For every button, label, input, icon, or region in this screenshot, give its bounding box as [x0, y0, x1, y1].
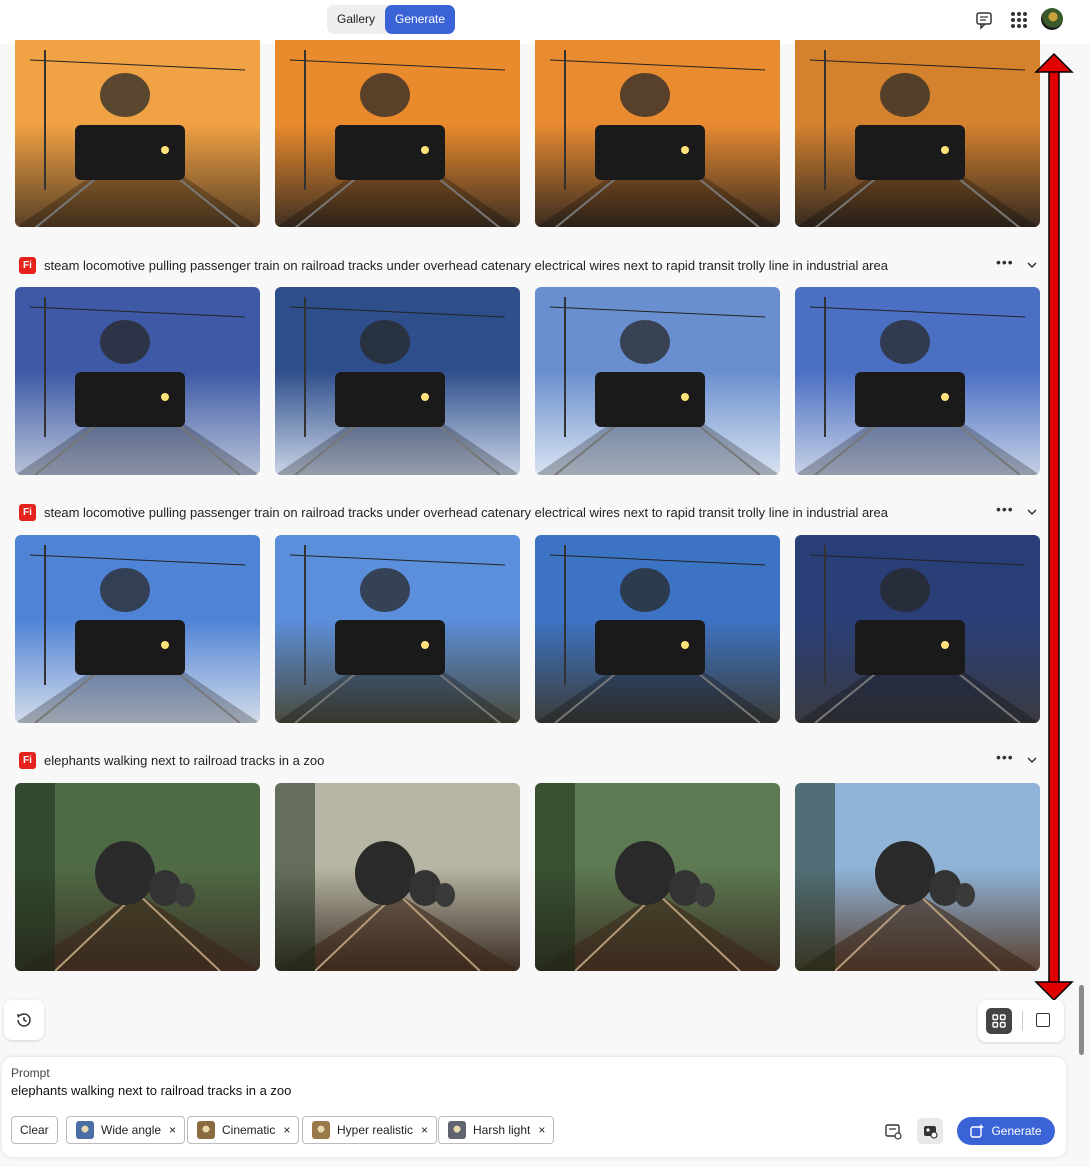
generated-image-thumbnail[interactable]	[535, 535, 780, 723]
prompt-label: Prompt	[11, 1066, 50, 1080]
generated-image-thumbnail[interactable]	[275, 287, 520, 475]
firefly-badge-icon: Fi	[19, 751, 36, 769]
generated-image-thumbnail[interactable]	[15, 783, 260, 971]
style-chip[interactable]: Wide angle ×	[66, 1116, 186, 1144]
style-reference-button[interactable]	[917, 1118, 943, 1144]
chip-label: Cinematic	[222, 1123, 276, 1137]
mode-switch: Gallery Generate	[327, 5, 456, 34]
remove-chip-icon[interactable]: ×	[283, 1123, 290, 1137]
clear-button[interactable]: Clear	[11, 1116, 58, 1144]
remove-chip-icon[interactable]: ×	[538, 1123, 545, 1137]
view-toggle	[978, 1000, 1064, 1042]
prompt-panel: Prompt elephants walking next to railroa…	[2, 1057, 1066, 1157]
more-options-button[interactable]: •••	[996, 254, 1014, 270]
firefly-badge-icon: Fi	[19, 503, 36, 521]
clear-label: Clear	[20, 1123, 49, 1137]
more-options-button[interactable]: •••	[996, 749, 1014, 765]
chip-label: Harsh light	[473, 1123, 531, 1137]
apps-grid-icon[interactable]	[1008, 9, 1030, 31]
caption-text: steam locomotive pulling passenger train…	[44, 504, 888, 520]
feedback-icon[interactable]	[973, 9, 995, 31]
generate-button[interactable]: Generate	[957, 1117, 1055, 1145]
history-icon	[17, 1013, 31, 1027]
generated-image-thumbnail[interactable]	[275, 40, 520, 227]
style-chip[interactable]: Hyper realistic ×	[302, 1116, 438, 1144]
generated-image-thumbnail[interactable]	[535, 783, 780, 971]
generated-image-thumbnail[interactable]	[15, 287, 260, 475]
style-thumbnail	[197, 1121, 215, 1139]
remove-chip-icon[interactable]: ×	[421, 1123, 428, 1137]
generated-image-thumbnail[interactable]	[795, 535, 1040, 723]
generate-label: Generate	[991, 1124, 1042, 1138]
prompt-caption: Fi elephants walking next to railroad tra…	[19, 750, 324, 770]
remove-chip-icon[interactable]: ×	[169, 1123, 176, 1137]
reference-image-icon[interactable]	[880, 1118, 906, 1144]
top-bar: Gallery Generate	[0, 0, 1090, 44]
tab-generate[interactable]: Generate	[385, 5, 456, 34]
divider	[1022, 1011, 1023, 1031]
style-thumbnail	[76, 1121, 94, 1139]
scroll-range-arrow	[1034, 52, 1074, 1002]
firefly-badge-icon: Fi	[19, 256, 36, 274]
style-thumbnail	[448, 1121, 466, 1139]
generated-image-thumbnail[interactable]	[275, 535, 520, 723]
more-options-button[interactable]: •••	[996, 501, 1014, 517]
caption-text: elephants walking next to railroad track…	[44, 752, 325, 768]
grid-icon	[992, 1014, 1006, 1028]
style-thumbnail	[312, 1121, 330, 1139]
scrollbar[interactable]	[1079, 985, 1084, 1055]
chip-label: Hyper realistic	[337, 1123, 414, 1137]
tab-gallery[interactable]: Gallery	[327, 5, 385, 34]
generated-image-thumbnail[interactable]	[535, 40, 780, 227]
prompt-input[interactable]: elephants walking next to railroad track…	[11, 1083, 291, 1098]
generated-image-thumbnail[interactable]	[275, 783, 520, 971]
generated-image-thumbnail[interactable]	[795, 287, 1040, 475]
style-chip[interactable]: Cinematic ×	[187, 1116, 300, 1144]
image-style-icon	[924, 1126, 938, 1139]
generated-image-thumbnail[interactable]	[795, 40, 1040, 227]
prompt-caption: Fi steam locomotive pulling passenger tra…	[19, 255, 888, 275]
caption-text: steam locomotive pulling passenger train…	[44, 257, 888, 273]
history-button[interactable]	[4, 1000, 44, 1040]
sparkle-image-icon	[970, 1124, 985, 1138]
single-view-button[interactable]	[1036, 1013, 1050, 1027]
chip-label: Wide angle	[101, 1123, 162, 1137]
generated-image-thumbnail[interactable]	[535, 287, 780, 475]
generated-image-thumbnail[interactable]	[15, 535, 260, 723]
generated-image-thumbnail[interactable]	[795, 783, 1040, 971]
grid-view-button[interactable]	[986, 1008, 1012, 1034]
style-chip[interactable]: Harsh light ×	[438, 1116, 555, 1144]
user-avatar[interactable]	[1041, 8, 1063, 30]
prompt-caption: Fi steam locomotive pulling passenger tra…	[19, 502, 888, 522]
generated-image-thumbnail[interactable]	[15, 40, 260, 227]
